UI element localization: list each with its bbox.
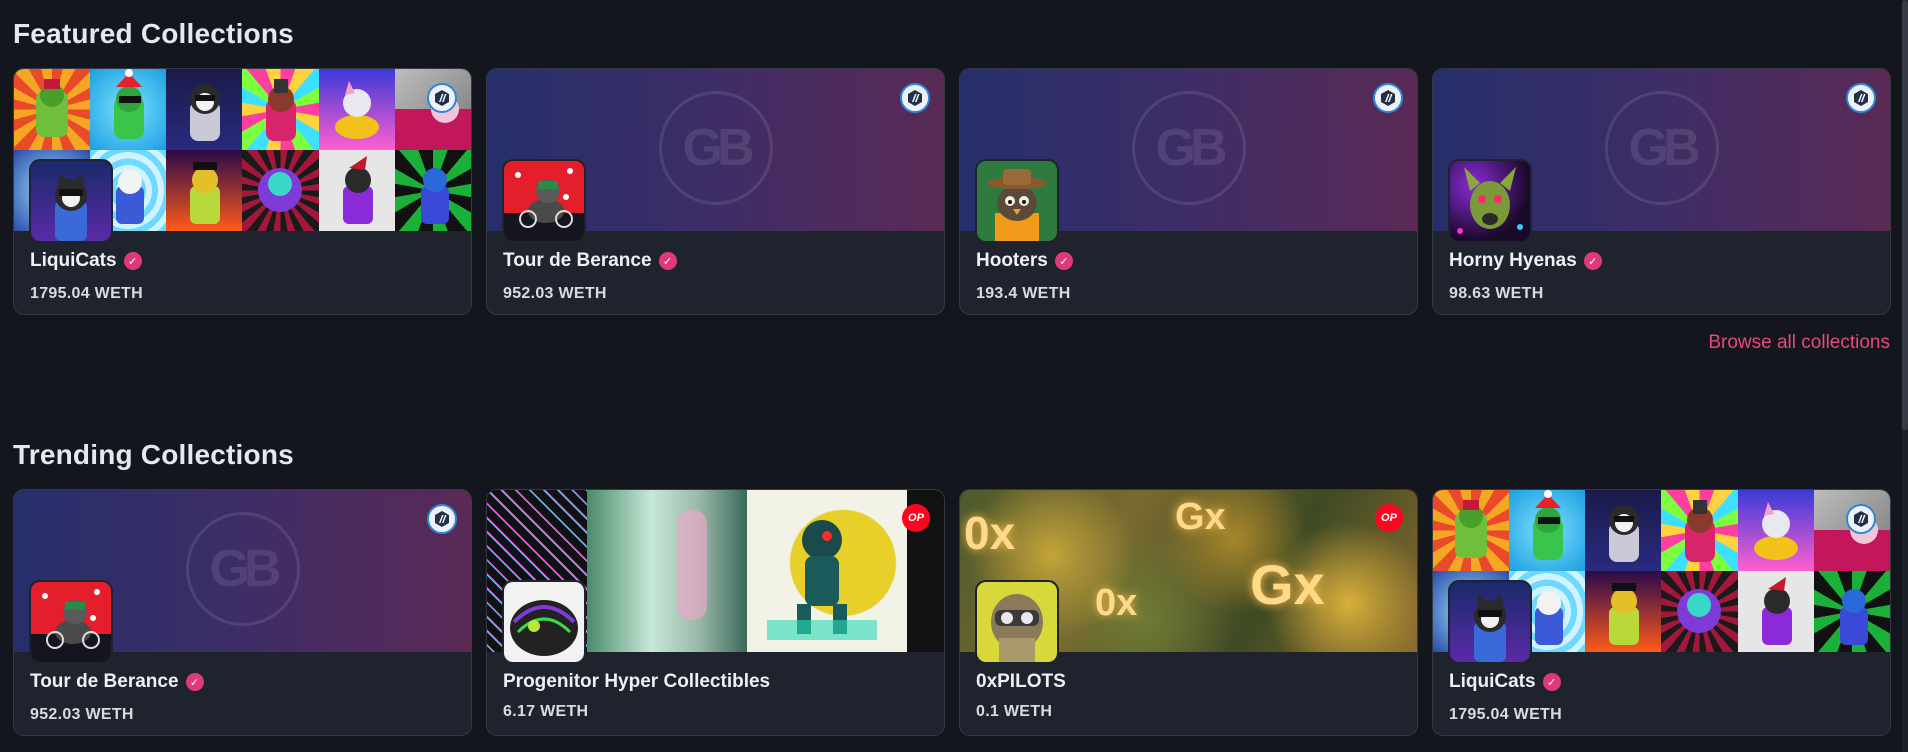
- placeholder-logo-icon: GB: [1131, 91, 1246, 205]
- arbitrum-chain-icon: [1846, 83, 1876, 113]
- collection-avatar: [29, 159, 113, 243]
- arbitrum-chain-icon: [1846, 504, 1876, 534]
- featured-grid: LiquiCats ✓ 1795.04 WETH GB Tour de Bera…: [13, 68, 1891, 315]
- collection-name[interactable]: Tour de Berance ✓: [503, 250, 677, 272]
- arbitrum-chain-icon: [900, 83, 930, 113]
- featured-section-title: Featured Collections: [13, 18, 294, 49]
- featured-card-liquicats[interactable]: LiquiCats ✓ 1795.04 WETH: [13, 68, 472, 315]
- placeholder-logo-icon: GB: [658, 91, 773, 205]
- collection-volume: 952.03 WETH: [30, 706, 134, 723]
- featured-card-horny-hyenas[interactable]: GB Horny Hyenas ✓ 98.63 WETH: [1432, 68, 1891, 315]
- check-badge-icon: ✓: [185, 673, 204, 691]
- trending-card-tour-de-berance[interactable]: GB Tour de Berance ✓ 952.03 WETH: [13, 489, 472, 736]
- optimism-chain-icon: OP: [1375, 504, 1403, 532]
- collection-avatar: [975, 580, 1059, 664]
- placeholder-logo-icon: GB: [185, 512, 300, 626]
- placeholder-logo-icon: GB: [1604, 91, 1719, 205]
- collection-volume: 952.03 WETH: [503, 285, 607, 302]
- check-badge-icon: ✓: [1542, 673, 1561, 691]
- collection-name[interactable]: Horny Hyenas ✓: [1449, 250, 1602, 272]
- collection-avatar: [1448, 159, 1532, 243]
- check-badge-icon: ✓: [1583, 252, 1602, 270]
- optimism-chain-icon: OP: [902, 504, 930, 532]
- collection-avatar: [1448, 580, 1532, 664]
- collection-name[interactable]: Hooters ✓: [976, 250, 1073, 272]
- collection-name[interactable]: LiquiCats ✓: [30, 250, 142, 272]
- trending-card-progenitor-hyper-collectibles[interactable]: OP Progenitor Hyper Collectibles 6.17 WE…: [486, 489, 945, 736]
- collection-volume: 98.63 WETH: [1449, 285, 1544, 302]
- collection-name[interactable]: Tour de Berance ✓: [30, 671, 204, 693]
- trending-card-liquicats[interactable]: LiquiCats ✓ 1795.04 WETH: [1432, 489, 1891, 736]
- scrollbar-thumb[interactable]: [1902, 0, 1908, 430]
- collection-avatar: [502, 580, 586, 664]
- collection-avatar: [502, 159, 586, 243]
- collection-avatar: [29, 580, 113, 664]
- check-badge-icon: ✓: [123, 252, 142, 270]
- collection-volume: 0.1 WETH: [976, 703, 1053, 720]
- arbitrum-chain-icon: [427, 504, 457, 534]
- collection-name[interactable]: 0xPILOTS: [976, 671, 1066, 693]
- check-badge-icon: ✓: [658, 252, 677, 270]
- check-badge-icon: ✓: [1054, 252, 1073, 270]
- featured-card-tour-de-berance[interactable]: GB Tour de Berance ✓ 952.03 WETH: [486, 68, 945, 315]
- collection-name[interactable]: Progenitor Hyper Collectibles: [503, 671, 770, 693]
- collection-avatar: [975, 159, 1059, 243]
- page-scrollbar[interactable]: [1902, 0, 1908, 752]
- collection-volume: 193.4 WETH: [976, 285, 1071, 302]
- trending-section-title: Trending Collections: [13, 439, 294, 470]
- trending-card-0xpilots[interactable]: 0x Gx 0x Gx OP 0xPILOTS 0.1 WETH: [959, 489, 1418, 736]
- collection-name[interactable]: LiquiCats ✓: [1449, 671, 1561, 693]
- arbitrum-chain-icon: [427, 83, 457, 113]
- featured-card-hooters[interactable]: GB Hooters ✓ 193.4 WETH: [959, 68, 1418, 315]
- trending-grid: GB Tour de Berance ✓ 952.03 WETH OP Prog…: [13, 489, 1891, 736]
- arbitrum-chain-icon: [1373, 83, 1403, 113]
- collection-volume: 1795.04 WETH: [1449, 706, 1562, 723]
- collection-volume: 1795.04 WETH: [30, 285, 143, 302]
- collection-volume: 6.17 WETH: [503, 703, 589, 720]
- browse-all-collections-link[interactable]: Browse all collections: [1708, 332, 1890, 354]
